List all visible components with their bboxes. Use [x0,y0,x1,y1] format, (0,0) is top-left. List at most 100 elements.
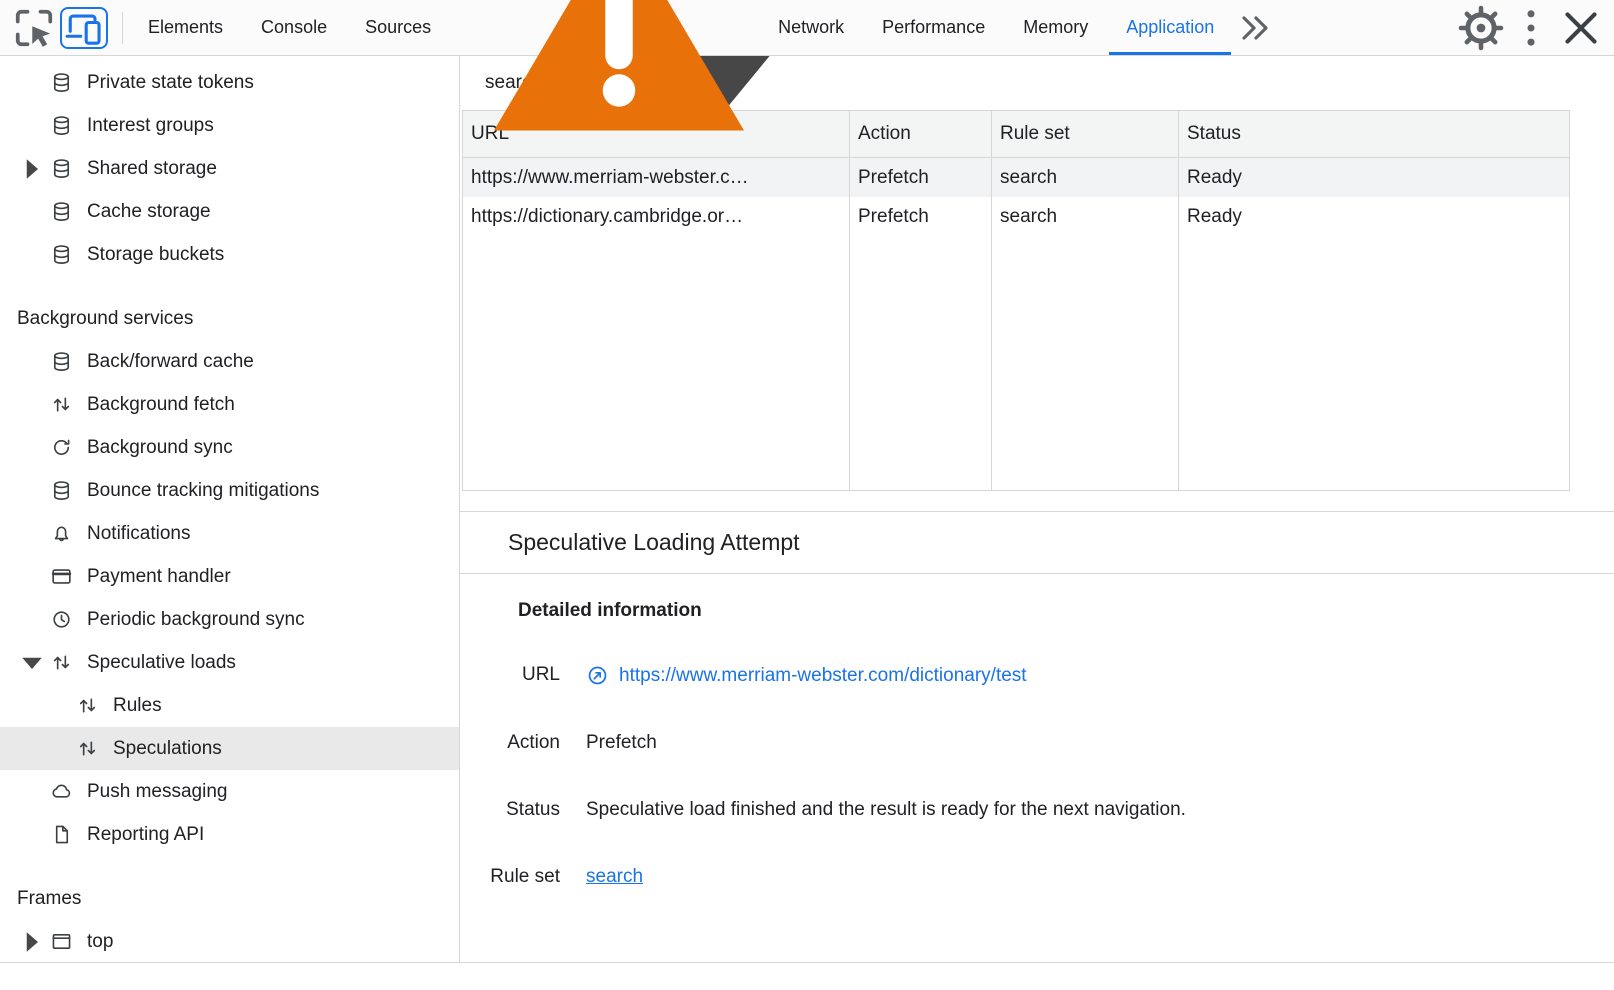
attempt-rule-set-link[interactable]: search [586,866,643,888]
inspect-cursor-icon [8,2,60,54]
cell-action[interactable]: Prefetch [850,158,992,197]
payment-card-icon [50,565,73,588]
toolbar-spacer [1277,0,1456,55]
tab-label: Application [1126,17,1214,38]
sidebar-item-rules[interactable]: Rules [0,684,459,727]
sidebar-section-frames: Frames [0,877,459,920]
sidebar-item-label: Speculative loads [87,652,236,674]
tab-network[interactable]: Network [450,0,863,55]
tab-label: Console [261,17,327,38]
bottom-strip [0,962,1614,990]
tab-label: Network [778,17,844,38]
cell-url[interactable]: https://dictionary.cambridge.or… [463,197,850,236]
reveal-in-network-icon[interactable] [586,664,609,687]
sidebar-item-cache-storage[interactable]: Cache storage [0,190,459,233]
table-filler-cell [992,236,1179,490]
database-icon [50,71,73,94]
sidebar-item-background-fetch[interactable]: Background fetch [0,383,459,426]
expand-arrow-icon[interactable] [14,151,50,187]
close-icon [1556,3,1606,53]
sidebar-item-top-frame[interactable]: top [0,920,459,962]
sidebar-item-label: Shared storage [87,158,217,180]
device-toolbar-icon [62,6,106,50]
collapse-arrow-icon[interactable] [14,645,50,681]
sidebar-item-label: Rules [113,695,162,717]
attempt-url-link[interactable]: https://www.merriam-webster.com/dictiona… [619,665,1027,687]
more-tabs-button[interactable] [1233,0,1277,55]
warning-triangle-icon [469,0,769,178]
sidebar-item-background-sync[interactable]: Background sync [0,426,459,469]
cell-action[interactable]: Prefetch [850,197,992,236]
cell-status[interactable]: Ready [1179,158,1569,197]
up-down-arrows-icon [50,393,73,416]
sidebar-item-label: Periodic background sync [87,609,305,631]
sidebar-item-payment-handler[interactable]: Payment handler [0,555,459,598]
field-status: Status Speculative load finished and the… [460,799,1614,821]
database-icon [50,243,73,266]
table-filler-cell [1179,236,1569,490]
frame-icon [50,930,73,953]
column-header-rule-set[interactable]: Rule set [992,111,1179,158]
cell-status[interactable]: Ready [1179,197,1569,236]
sidebar-item-speculations[interactable]: Speculations [0,727,459,770]
tab-label: Memory [1023,17,1088,38]
sidebar-item-back-forward-cache[interactable]: Back/forward cache [0,340,459,383]
sidebar-item-shared-storage[interactable]: Shared storage [0,147,459,190]
tab-performance[interactable]: Performance [863,0,1004,55]
sidebar-item-label: Back/forward cache [87,351,254,373]
toggle-device-toolbar-button[interactable] [60,7,108,49]
cell-rule-set[interactable]: search [992,197,1179,236]
sidebar-item-label: Bounce tracking mitigations [87,480,319,502]
sidebar-item-label: Background fetch [87,394,235,416]
field-action: Action Prefetch [460,732,1614,754]
sidebar-item-periodic-background-sync[interactable]: Periodic background sync [0,598,459,641]
customize-menu-button[interactable] [1506,0,1556,55]
speculations-panel: search URL Action Rule set Status https:… [460,56,1614,962]
database-icon [50,114,73,137]
sidebar-item-reporting-api[interactable]: Reporting API [0,813,459,856]
settings-button[interactable] [1456,0,1506,55]
table-filler-cell [463,236,850,490]
close-devtools-button[interactable] [1556,0,1606,55]
sidebar-item-notifications[interactable]: Notifications [0,512,459,555]
sidebar-item-private-state-tokens[interactable]: Private state tokens [0,61,459,104]
attempt-title: Speculative Loading Attempt [460,511,1614,574]
tab-elements[interactable]: Elements [129,0,242,55]
attempt-action-value: Prefetch [586,732,657,754]
detailed-information-heading: Detailed information [460,600,1614,622]
cell-rule-set[interactable]: search [992,158,1179,197]
up-down-arrows-icon [50,651,73,674]
database-icon [50,479,73,502]
database-icon [50,350,73,373]
up-down-arrows-icon [76,694,99,717]
application-sidebar: Private state tokens Interest groups Sha… [0,56,460,962]
field-label-status: Status [460,799,560,821]
sidebar-item-label: Storage buckets [87,244,224,266]
sync-icon [50,436,73,459]
sidebar-item-label: Push messaging [87,781,227,803]
gear-icon [1456,3,1506,53]
bell-icon [50,522,73,545]
sidebar-item-speculative-loads[interactable]: Speculative loads [0,641,459,684]
tab-application[interactable]: Application [1107,0,1233,55]
tab-sources[interactable]: Sources [346,0,450,55]
attempt-report: Detailed information URL https://www.mer… [460,574,1614,933]
sidebar-item-storage-buckets[interactable]: Storage buckets [0,233,459,276]
sidebar-item-label: Private state tokens [87,72,254,94]
tab-console[interactable]: Console [242,0,346,55]
column-header-action[interactable]: Action [850,111,992,158]
sidebar-item-label: Reporting API [87,824,204,846]
sidebar-item-bounce-tracking-mitigations[interactable]: Bounce tracking mitigations [0,469,459,512]
inspect-element-button[interactable] [8,0,60,55]
kebab-menu-icon [1506,3,1556,53]
field-rule-set: Rule set search [460,866,1614,888]
sidebar-item-interest-groups[interactable]: Interest groups [0,104,459,147]
document-icon [50,823,73,846]
toolbar-divider [122,12,123,44]
field-url: URL https://www.merriam-webster.com/dict… [460,664,1614,687]
expand-arrow-icon[interactable] [14,924,50,960]
tab-memory[interactable]: Memory [1004,0,1107,55]
attempt-status-value: Speculative load finished and the result… [586,799,1186,821]
column-header-status[interactable]: Status [1179,111,1569,158]
sidebar-item-push-messaging[interactable]: Push messaging [0,770,459,813]
